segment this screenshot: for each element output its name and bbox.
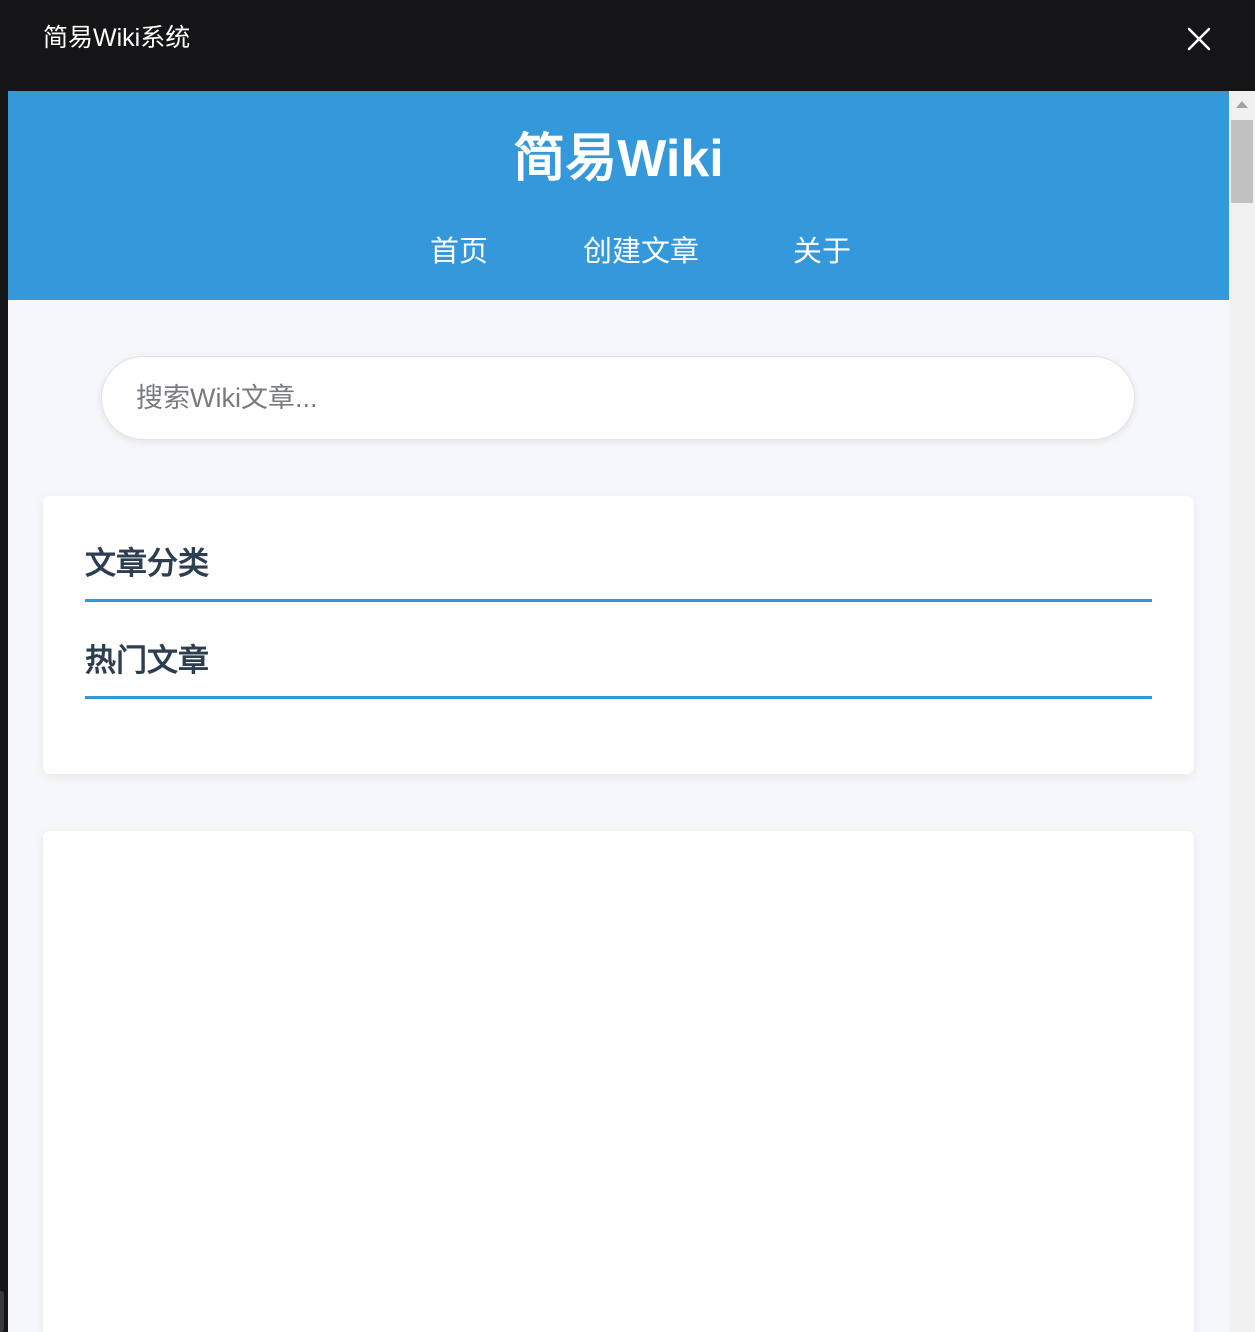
scroll-up-arrow-icon[interactable] [1229,91,1255,117]
window-title: 简易Wiki系统 [43,24,191,52]
sidebar-card: 文章分类 热门文章 [43,496,1194,774]
close-icon[interactable] [1180,20,1218,58]
nav-link-create-article[interactable]: 创建文章 [583,232,699,272]
site-header: 简易Wiki 首页 创建文章 关于 [8,91,1229,300]
resize-handle[interactable] [0,1291,4,1332]
search-input[interactable] [101,356,1135,440]
window-titlebar: 简易Wiki系统 [0,0,1255,91]
main-nav: 首页 创建文章 关于 [8,232,1229,272]
page-viewport: 简易Wiki 首页 创建文章 关于 文章分类 热门文章 [8,91,1229,1332]
nav-link-about[interactable]: 关于 [793,232,851,272]
nav-link-home[interactable]: 首页 [430,232,488,272]
site-title: 简易Wiki [513,130,724,188]
section-title-categories: 文章分类 [85,544,1152,602]
section-title-popular-articles: 热门文章 [85,641,1152,699]
content-card [43,831,1194,1332]
scrollbar-thumb[interactable] [1231,120,1253,203]
window-left-edge [0,91,8,1332]
vertical-scrollbar[interactable] [1229,91,1255,1332]
